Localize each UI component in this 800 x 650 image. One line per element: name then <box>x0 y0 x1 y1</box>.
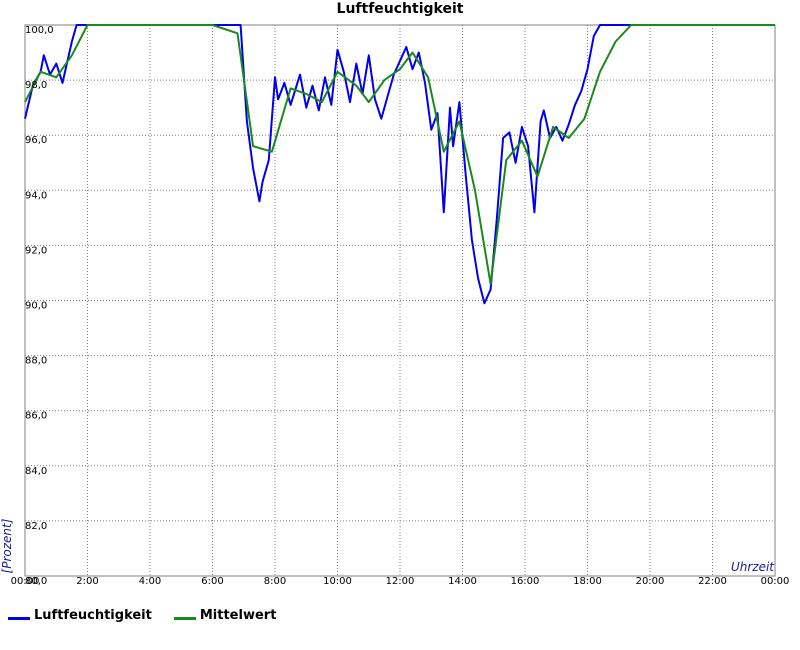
x-tick-label: 00:00 <box>761 576 790 587</box>
x-tick-label: 10:00 <box>323 576 352 587</box>
y-tick-label: 84,0 <box>25 466 47 477</box>
legend-label-humidity: Luftfeuchtigkeit <box>34 608 152 623</box>
x-tick-label: 4:00 <box>139 576 161 587</box>
x-tick-label: 14:00 <box>448 576 477 587</box>
x-tick-label: 00:00 <box>11 576 40 587</box>
x-tick-label: 6:00 <box>201 576 223 587</box>
x-tick-label: 12:00 <box>386 576 415 587</box>
legend-swatch-mean <box>173 617 196 620</box>
y-tick-label: 88,0 <box>25 356 47 367</box>
x-tick-label: 18:00 <box>573 576 602 587</box>
y-tick-label: 86,0 <box>25 411 47 422</box>
x-axis-ticks: 00:00 2:00 4:00 6:00 8:00 10:00 12:00 14:00 16:0… <box>11 576 790 587</box>
chart-title: Luftfeuchtigkeit <box>337 1 464 17</box>
x-tick-label: 20:00 <box>636 576 665 587</box>
y-tick-label: 100,0 <box>25 25 54 36</box>
x-tick-label: 8:00 <box>264 576 286 587</box>
legend-item-humidity: Luftfeuchtigkeit <box>8 608 152 623</box>
x-axis-label: Uhrzeit <box>731 560 775 574</box>
x-tick-label: 2:00 <box>76 576 98 587</box>
y-axis-ticks: 80,082,084,086,088,090,092,094,096,098,0… <box>25 25 54 587</box>
legend: Luftfeuchtigkeit Mittelwert <box>8 608 276 623</box>
legend-label-mean: Mittelwert <box>199 608 277 623</box>
y-tick-label: 98,0 <box>25 80 47 91</box>
humidity-chart: Luftfeuchtigkeit 80,082,084,086,088,090,… <box>0 1 790 587</box>
legend-swatch-humidity <box>8 617 30 620</box>
y-tick-label: 94,0 <box>25 190 47 201</box>
legend-item-mean: Mittelwert <box>173 608 277 623</box>
y-axis-label: [Prozent] <box>0 518 14 573</box>
x-tick-label: 16:00 <box>511 576 540 587</box>
y-tick-label: 90,0 <box>25 301 47 312</box>
series-line-humidity <box>24 24 775 305</box>
y-tick-label: 92,0 <box>25 245 47 256</box>
grid-lines <box>25 25 775 576</box>
x-tick-label: 22:00 <box>698 576 727 587</box>
y-tick-label: 82,0 <box>25 521 47 532</box>
y-tick-label: 96,0 <box>25 135 47 146</box>
series-lines <box>24 24 775 305</box>
